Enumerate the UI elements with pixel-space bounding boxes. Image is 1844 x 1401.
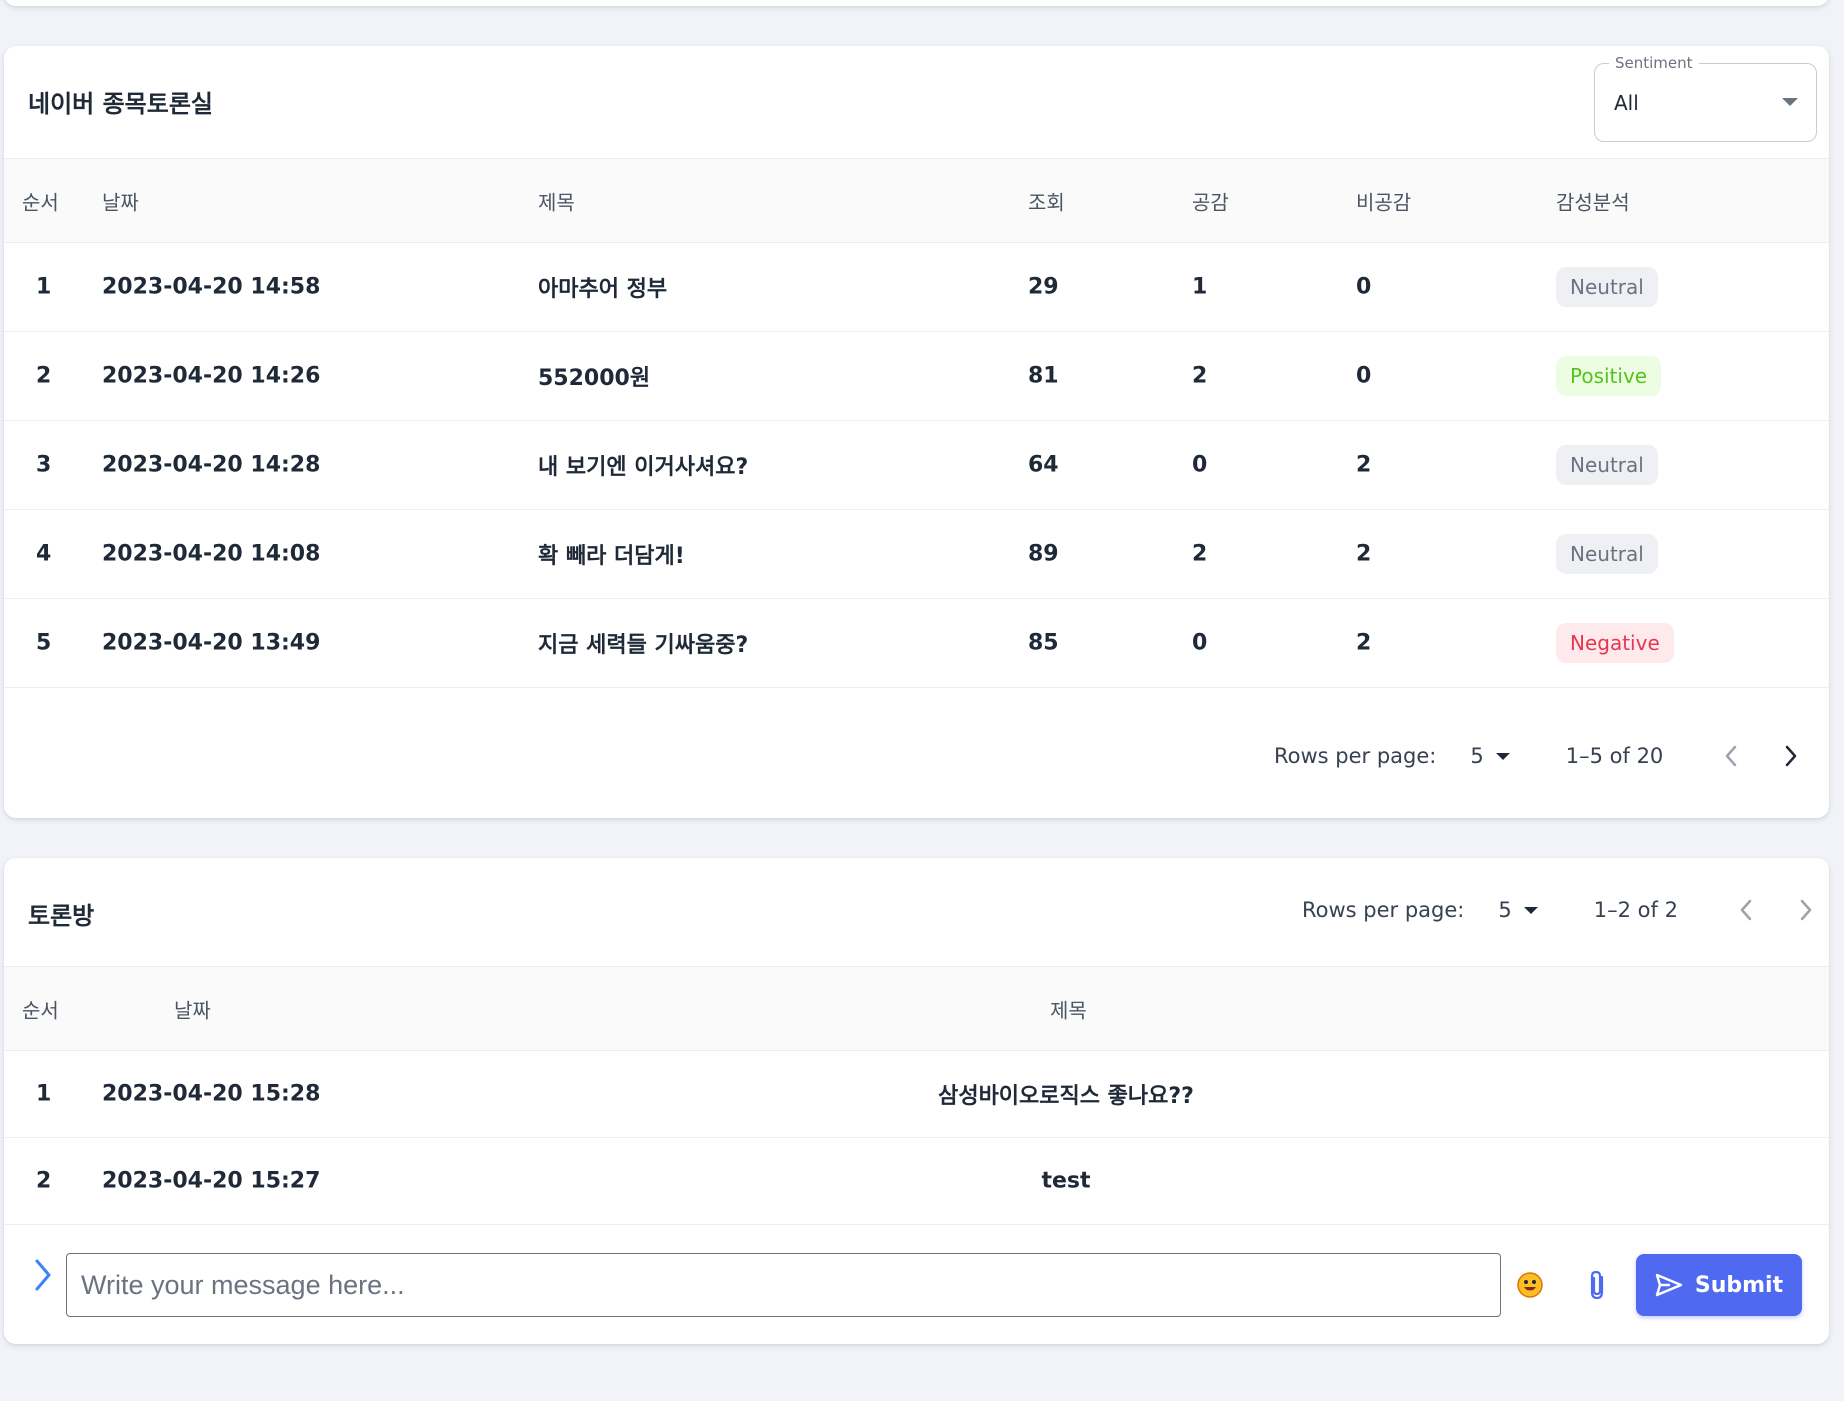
cell-date: 2023-04-20 14:26 xyxy=(102,363,321,389)
rows-per-page-value: 5 xyxy=(1498,898,1512,922)
cell-dislikes: 2 xyxy=(1356,630,1372,656)
cell-date: 2023-04-20 14:08 xyxy=(102,541,321,567)
cell-title[interactable]: 삼성바이오로직스 좋나요?? xyxy=(938,1078,1194,1110)
sentiment-select[interactable]: Sentiment All xyxy=(1594,54,1817,142)
sentiment-badge: Neutral xyxy=(1556,445,1658,485)
discussion-pagination: Rows per page: 5 1–2 of 2 xyxy=(1302,890,1824,930)
discussion-table-header: 순서 날짜 제목 xyxy=(4,966,1829,1051)
collapse-chevron-icon[interactable] xyxy=(34,1258,52,1296)
submit-label: Submit xyxy=(1694,1272,1784,1298)
cell-dislikes: 2 xyxy=(1356,541,1372,567)
prev-page-button[interactable] xyxy=(1728,892,1764,928)
cell-likes: 2 xyxy=(1192,541,1208,567)
send-icon xyxy=(1655,1273,1683,1297)
cell-title: 확 빼라 더담게! xyxy=(538,544,685,569)
next-page-button[interactable] xyxy=(1788,892,1824,928)
cell-likes: 1 xyxy=(1192,274,1208,300)
cell-no: 1 xyxy=(36,274,52,300)
col-header-no[interactable]: 순서 xyxy=(22,186,59,215)
stock-pagination: Rows per page: 5 1–5 of 20 xyxy=(1274,736,1809,776)
cell-date: 2023-04-20 14:28 xyxy=(102,452,321,478)
col-header-date[interactable]: 날짜 xyxy=(102,186,139,215)
cell-title: 552000원 xyxy=(538,366,651,391)
caret-down-icon xyxy=(1523,906,1538,914)
col-header-date[interactable]: 날짜 xyxy=(174,994,211,1023)
table-row[interactable]: 4 2023-04-20 14:08 확 빼라 더담게! 89 2 2 Neutral xyxy=(4,510,1829,599)
col-header-title[interactable]: 제목 xyxy=(1050,994,1087,1023)
cell-views: 85 xyxy=(1028,630,1059,656)
chevron-left-icon xyxy=(1726,745,1737,767)
sentiment-select-label: Sentiment xyxy=(1609,54,1699,72)
cell-no: 4 xyxy=(36,541,52,567)
col-header-dislikes[interactable]: 비공감 xyxy=(1356,186,1411,215)
cell-date: 2023-04-20 15:27 xyxy=(102,1168,321,1194)
chevron-right-icon xyxy=(1800,899,1812,921)
cell-no: 1 xyxy=(36,1081,52,1107)
cell-date: 2023-04-20 14:58 xyxy=(102,274,321,300)
caret-down-icon xyxy=(1782,98,1798,106)
stock-board-card: 네이버 종목토론실 Sentiment All 순서 날짜 제목 조회 공감 비… xyxy=(4,46,1829,818)
emoji-icon[interactable] xyxy=(1516,1271,1544,1299)
paperclip-icon[interactable] xyxy=(1584,1268,1612,1302)
cell-likes: 0 xyxy=(1192,452,1208,478)
stock-table-header: 순서 날짜 제목 조회 공감 비공감 감성분석 xyxy=(4,158,1829,243)
cell-no: 2 xyxy=(36,1168,52,1194)
cell-title: 내 보기엔 이거사셔요? xyxy=(538,455,749,480)
sentiment-badge: Negative xyxy=(1556,623,1674,663)
stock-board-title: 네이버 종목토론실 xyxy=(28,90,213,118)
cell-no: 5 xyxy=(36,630,52,656)
page-range: 1–2 of 2 xyxy=(1593,898,1678,922)
cell-dislikes: 0 xyxy=(1356,274,1372,300)
cell-views: 81 xyxy=(1028,363,1059,389)
cell-title: 아마추어 정부 xyxy=(538,277,668,302)
cell-date: 2023-04-20 13:49 xyxy=(102,630,321,656)
cell-likes: 0 xyxy=(1192,630,1208,656)
cell-dislikes: 2 xyxy=(1356,452,1372,478)
next-page-button[interactable] xyxy=(1773,738,1809,774)
table-row[interactable]: 1 2023-04-20 15:28 삼성바이오로직스 좋나요?? xyxy=(4,1051,1829,1138)
table-row[interactable]: 3 2023-04-20 14:28 내 보기엔 이거사셔요? 64 0 2 Neutral xyxy=(4,421,1829,510)
submit-button[interactable]: Submit xyxy=(1636,1254,1802,1316)
cell-likes: 2 xyxy=(1192,363,1208,389)
sentiment-badge: Neutral xyxy=(1556,267,1658,307)
page-range: 1–5 of 20 xyxy=(1565,744,1664,768)
discussion-card: 토론방 Rows per page: 5 1–2 of 2 순서 날짜 제목 1… xyxy=(4,858,1829,1344)
col-header-views[interactable]: 조회 xyxy=(1028,186,1065,215)
col-header-no[interactable]: 순서 xyxy=(22,994,59,1023)
chevron-right-icon xyxy=(1786,745,1797,767)
col-header-sentiment[interactable]: 감성분석 xyxy=(1556,186,1630,215)
cell-title[interactable]: test xyxy=(1041,1169,1090,1194)
rows-per-page-value: 5 xyxy=(1470,744,1484,768)
table-row[interactable]: 5 2023-04-20 13:49 지금 세력들 기싸움중? 85 0 2 Negativ… xyxy=(4,599,1829,688)
rows-per-page-select[interactable]: 5 xyxy=(1498,898,1538,922)
col-header-likes[interactable]: 공감 xyxy=(1192,186,1229,215)
cell-views: 89 xyxy=(1028,541,1059,567)
discussion-title: 토론방 xyxy=(28,902,95,930)
rows-per-page-label: Rows per page: xyxy=(1302,898,1465,922)
sentiment-badge: Positive xyxy=(1556,356,1662,396)
previous-card xyxy=(4,0,1829,6)
cell-views: 64 xyxy=(1028,452,1059,478)
message-input[interactable] xyxy=(66,1253,1501,1317)
chevron-left-icon xyxy=(1740,899,1752,921)
rows-per-page-select[interactable]: 5 xyxy=(1470,744,1510,768)
sentiment-badge: Neutral xyxy=(1556,534,1658,574)
cell-title: 지금 세력들 기싸움중? xyxy=(538,633,749,658)
caret-down-icon xyxy=(1495,752,1510,760)
table-row[interactable]: 1 2023-04-20 14:58 아마추어 정부 29 1 0 Neutral xyxy=(4,243,1829,332)
prev-page-button[interactable] xyxy=(1713,738,1749,774)
sentiment-select-value: All xyxy=(1614,91,1639,115)
cell-dislikes: 0 xyxy=(1356,363,1372,389)
cell-no: 2 xyxy=(36,363,52,389)
cell-date: 2023-04-20 15:28 xyxy=(102,1081,321,1107)
table-row[interactable]: 2 2023-04-20 15:27 test xyxy=(4,1138,1829,1225)
rows-per-page-label: Rows per page: xyxy=(1274,744,1437,768)
table-row[interactable]: 2 2023-04-20 14:26 552000원 81 2 0 Positive xyxy=(4,332,1829,421)
cell-no: 3 xyxy=(36,452,52,478)
cell-views: 29 xyxy=(1028,274,1059,300)
col-header-title[interactable]: 제목 xyxy=(538,186,575,215)
